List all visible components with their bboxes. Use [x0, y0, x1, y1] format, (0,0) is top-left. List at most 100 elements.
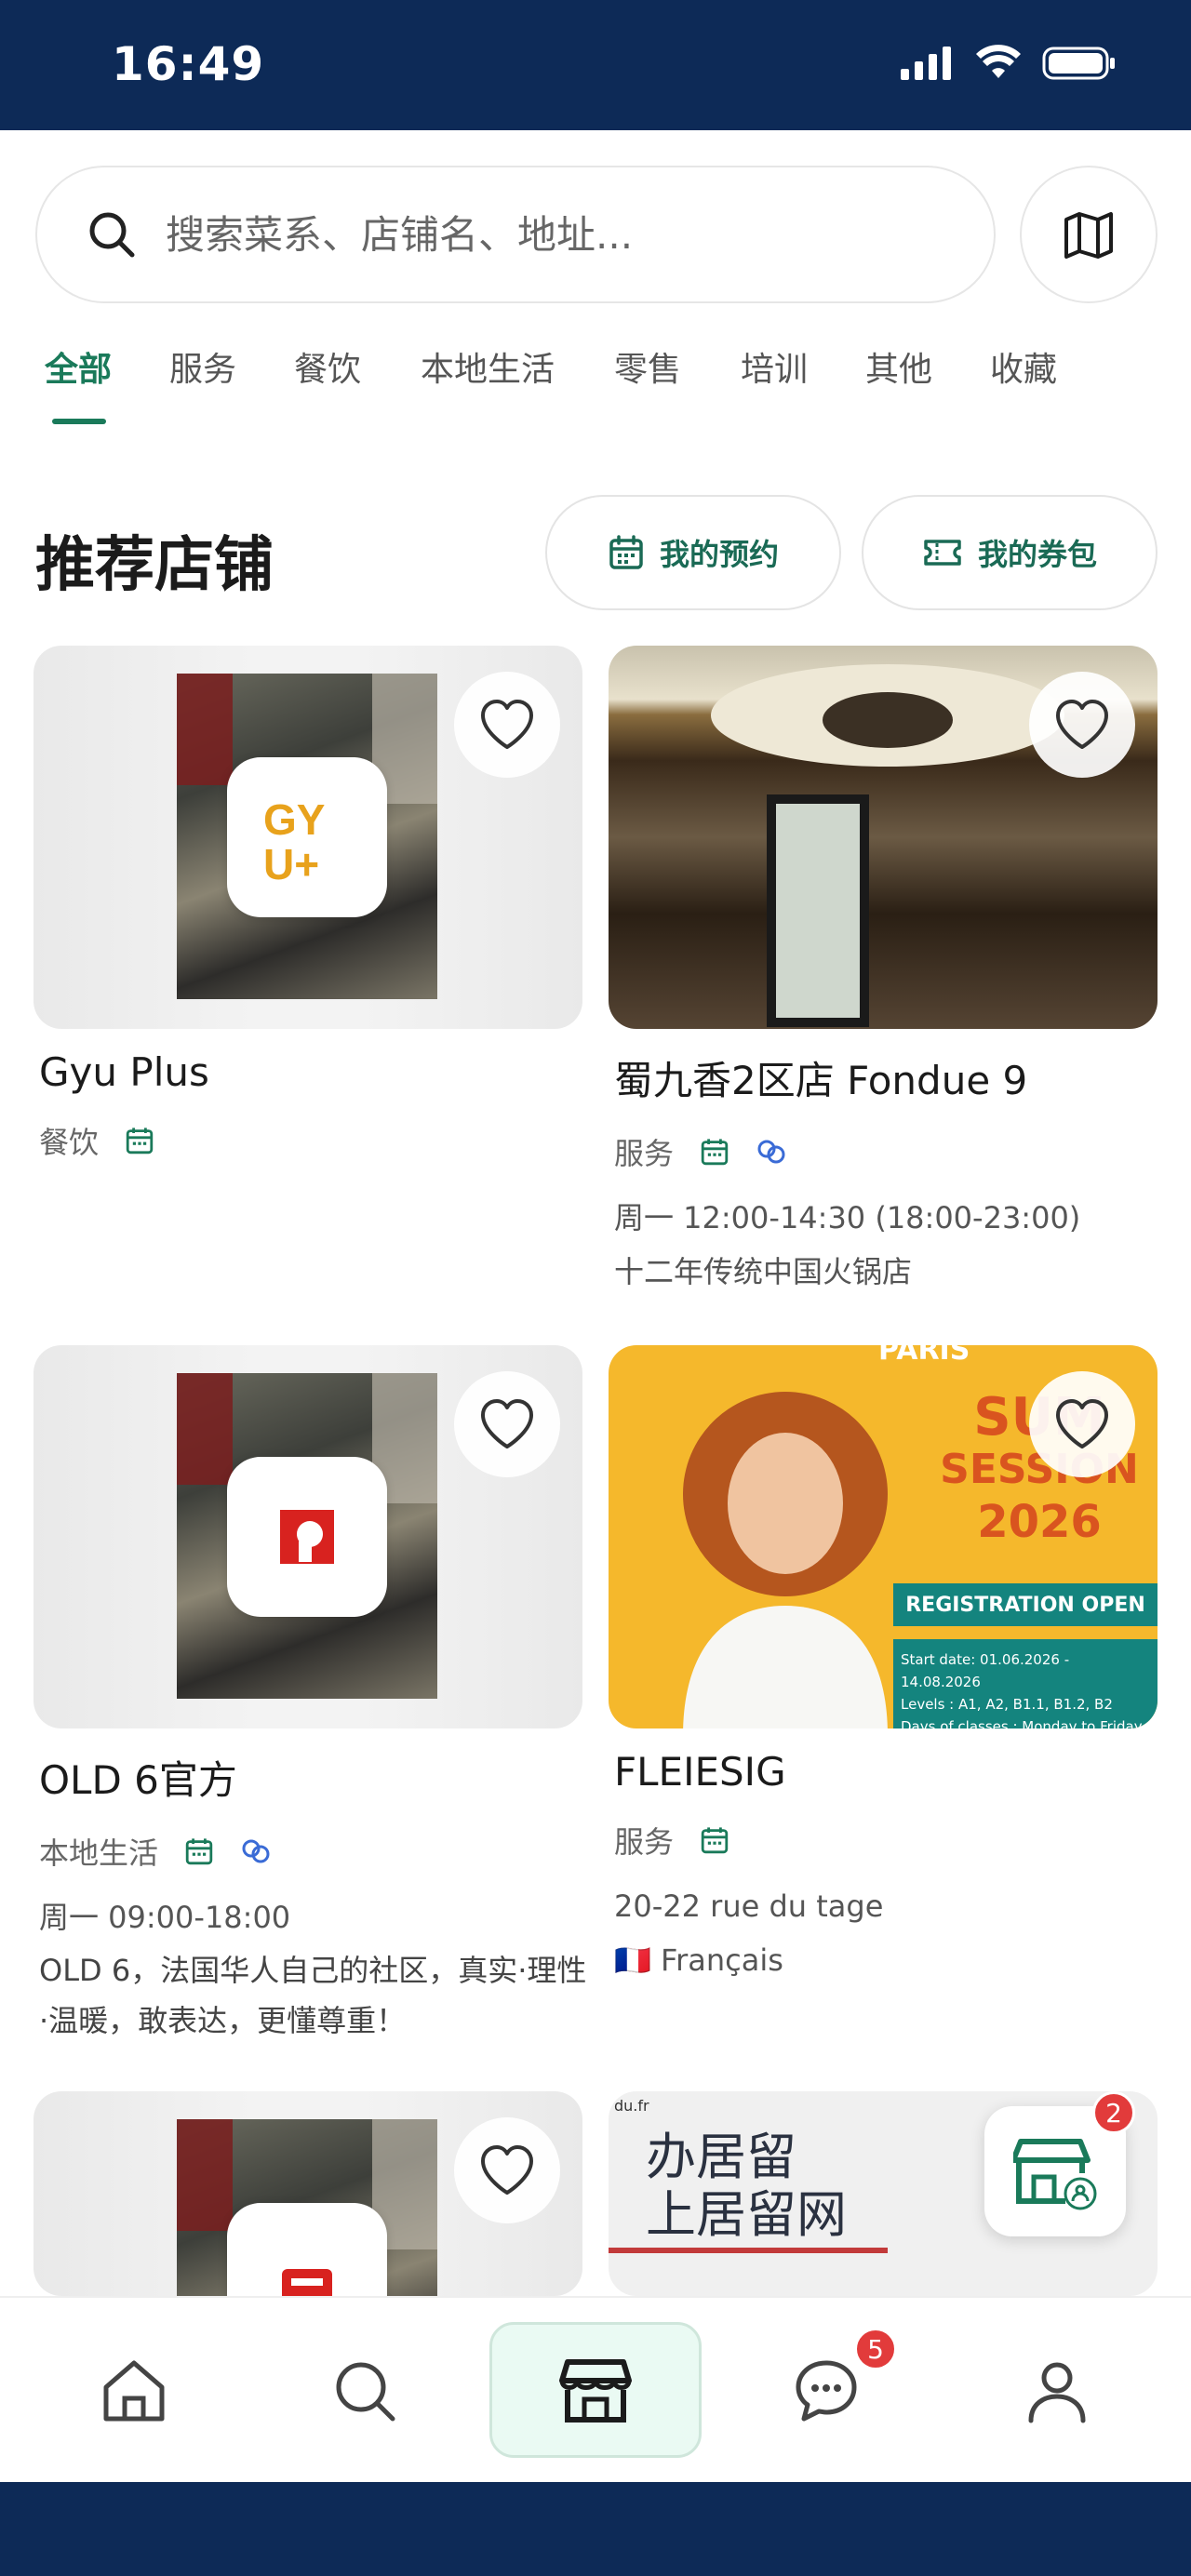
coupon-icon — [757, 1140, 785, 1164]
map-icon — [1064, 212, 1113, 259]
store-description: OLD 6，法国华人自己的社区，真实·理性·温暖，敢表达，更懂尊重！ — [39, 1953, 587, 2038]
heart-icon — [1056, 700, 1108, 749]
poster-registration: REGISTRATION OPEN — [893, 1583, 1158, 1626]
favorite-button[interactable] — [1029, 1371, 1135, 1477]
home-indicator-bar — [0, 2482, 1191, 2576]
map-button[interactable] — [1020, 166, 1158, 303]
store-card[interactable]: GY U+ Gyu Plus 餐饮 — [33, 646, 582, 1162]
store-card[interactable]: OLD 6官方 本地生活 周一 09:00-18:00 OLD 6，法国华人自己… — [33, 1345, 586, 2046]
search-bar[interactable] — [35, 166, 996, 303]
poster-url: du.fr — [614, 2097, 649, 2115]
flag-icon: 🇫🇷 — [614, 1942, 651, 1978]
poster-line-1: 办居留 — [646, 2128, 796, 2186]
store-image — [609, 646, 1158, 1029]
store-logo — [227, 2203, 387, 2296]
tab-service[interactable]: 服务 — [169, 342, 236, 391]
status-bar: 16:49 — [0, 0, 1191, 130]
poster-line-2: 上居留网 — [646, 2185, 847, 2244]
tab-training[interactable]: 培训 — [741, 342, 808, 391]
my-reservations-label: 我的预约 — [659, 537, 779, 572]
home-icon — [103, 2360, 165, 2422]
tab-all[interactable]: 全部 — [45, 342, 112, 391]
nav-stores[interactable] — [489, 2322, 702, 2458]
nav-profile[interactable] — [1001, 2335, 1113, 2447]
tab-favorites[interactable]: 收藏 — [990, 342, 1057, 391]
wifi-icon — [976, 45, 1021, 78]
store-image: GY U+ — [33, 646, 582, 1029]
my-coupons-button[interactable]: 我的券包 — [862, 495, 1158, 610]
calendar-icon — [185, 1838, 213, 1865]
poster-person — [683, 1392, 888, 1728]
store-image: PARIS SUM SESSION 2026 REGISTRATION OPEN… — [609, 1345, 1158, 1728]
nav-home[interactable] — [78, 2335, 190, 2447]
my-shop-floating-button[interactable]: 2 — [984, 2091, 1135, 2236]
section-title: 推荐店铺 — [35, 531, 274, 600]
store-language: 🇫🇷 Français — [614, 1936, 1158, 1984]
store-name: FLEIESIG — [614, 1749, 786, 1795]
store-logo: GY U+ — [227, 757, 387, 917]
poster-title-3: 2026 — [977, 1496, 1102, 1548]
nav-search[interactable] — [309, 2335, 421, 2447]
store-name: Gyu Plus — [39, 1049, 209, 1095]
calendar-icon — [701, 1139, 729, 1166]
shop-badge: 2 — [1092, 2091, 1135, 2134]
my-reservations-button[interactable]: 我的预约 — [545, 495, 841, 610]
heart-icon — [481, 1399, 533, 1448]
store-tags: 本地生活 — [39, 1830, 582, 1873]
poster-start-date: Start date: 01.06.2026 - 14.08.2026 — [901, 1651, 1070, 1690]
poster-levels: Levels : A1, A2, B1.1, B1.2, B2 — [901, 1696, 1113, 1713]
store-card[interactable] — [33, 2091, 582, 2296]
tab-other[interactable]: 其他 — [865, 342, 932, 391]
search-icon — [336, 2362, 395, 2422]
store-hours: 周一 12:00-14:30 (18:00-23:00) — [614, 1200, 1081, 1235]
store-category: 餐饮 — [39, 1125, 100, 1160]
calendar-icon — [701, 1827, 729, 1854]
category-tabs: 全部 服务 餐饮 本地生活 零售 培训 其他 收藏 — [0, 342, 1191, 398]
store-tags: 服务 — [614, 1819, 1158, 1862]
store-image — [33, 2091, 582, 2296]
store-description: 十二年传统中国火锅店 — [614, 1254, 913, 1289]
my-coupons-label: 我的券包 — [977, 537, 1097, 572]
svg-text:GY: GY — [263, 795, 325, 844]
nav-messages[interactable]: 5 — [770, 2328, 897, 2447]
favorite-button[interactable] — [454, 672, 560, 778]
search-icon — [89, 212, 135, 258]
coupon-icon — [242, 1839, 270, 1863]
chat-icon — [796, 2360, 857, 2422]
heart-icon — [1056, 1399, 1108, 1448]
status-time: 16:49 — [112, 37, 265, 91]
store-address: 20-22 rue du tage — [614, 1889, 884, 1924]
battery-icon — [1042, 47, 1115, 80]
store-name: OLD 6官方 — [39, 1757, 237, 1803]
favorite-button[interactable] — [454, 2117, 560, 2223]
store-logo — [227, 1457, 387, 1617]
search-input[interactable] — [166, 211, 929, 258]
poster-top: PARIS — [878, 1345, 970, 1367]
profile-icon — [1028, 2362, 1086, 2423]
language-label: Français — [661, 1942, 783, 1978]
messages-badge: 5 — [854, 2328, 897, 2370]
store-card[interactable]: PARIS SUM SESSION 2026 REGISTRATION OPEN… — [609, 1345, 1158, 1984]
tab-local-life[interactable]: 本地生活 — [421, 342, 555, 391]
shop-user-icon — [1013, 2139, 1097, 2210]
heart-icon — [481, 700, 533, 749]
favorite-button[interactable] — [454, 1371, 560, 1477]
store-hours: 周一 09:00-18:00 — [39, 1900, 291, 1935]
poster-info: Start date: 01.06.2026 - 14.08.2026 Leve… — [893, 1639, 1158, 1728]
tab-dining[interactable]: 餐饮 — [294, 342, 361, 391]
store-category: 服务 — [614, 1136, 675, 1171]
active-tab-indicator — [52, 419, 106, 424]
store-card[interactable]: 蜀九香2区店 Fondue 9 服务 周一 12:00-14:30 (18:00… — [609, 646, 1158, 1296]
store-image — [33, 1345, 582, 1728]
store-category: 本地生活 — [39, 1835, 159, 1871]
store-category: 服务 — [614, 1824, 675, 1860]
tab-retail[interactable]: 零售 — [614, 342, 681, 391]
calendar-icon — [609, 535, 643, 569]
store-tags: 餐饮 — [39, 1119, 582, 1162]
status-icons — [899, 45, 1117, 82]
favorite-button[interactable] — [1029, 672, 1135, 778]
heart-icon — [481, 2145, 533, 2195]
poster-days: Days of classes : Monday to Friday — [901, 1718, 1143, 1728]
svg-text:U+: U+ — [263, 840, 319, 888]
ticket-icon — [924, 540, 961, 566]
